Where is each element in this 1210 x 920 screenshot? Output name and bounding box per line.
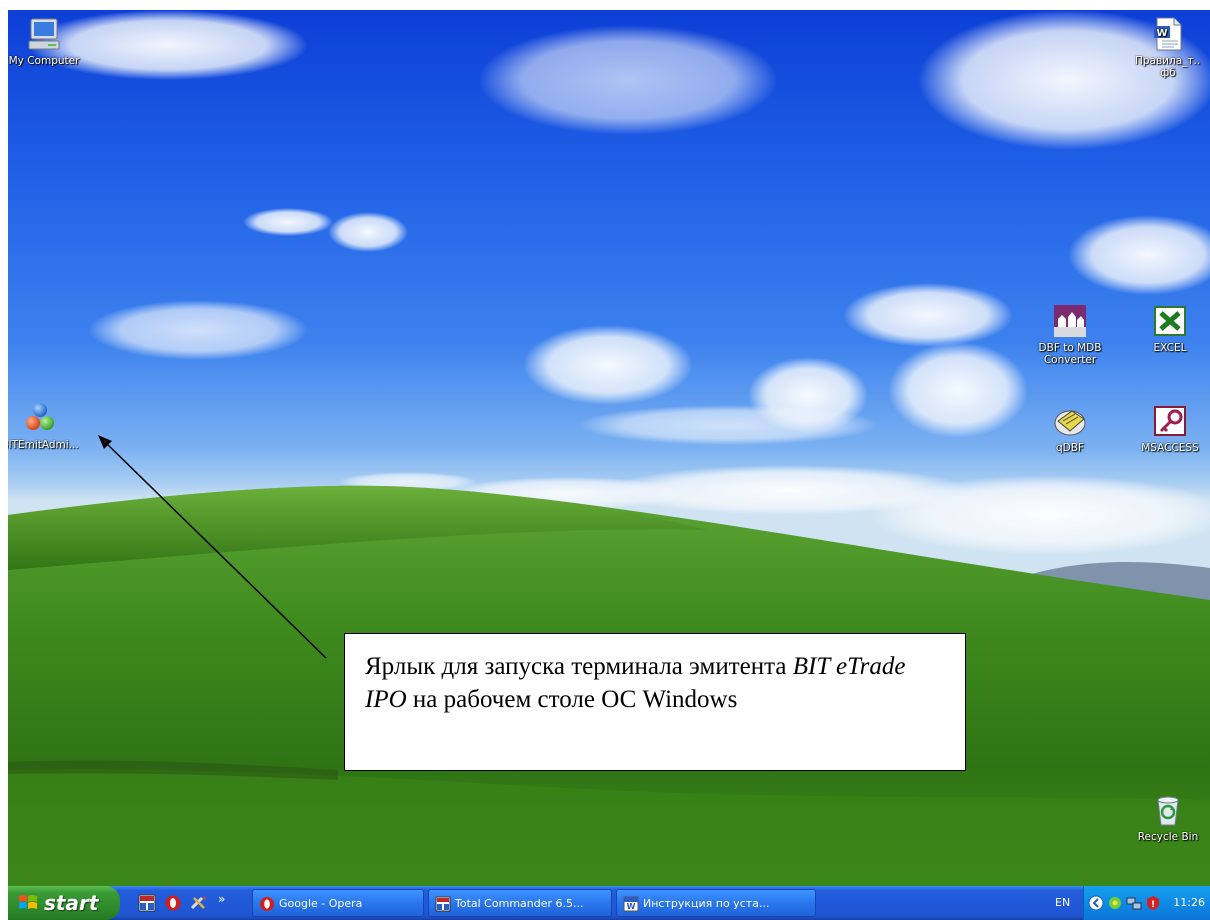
taskbar-button-word-document[interactable]: W Инструкция по уста... — [616, 889, 816, 917]
show-hidden-icons-chevron-icon[interactable] — [1088, 895, 1104, 911]
taskbar-button-opera[interactable]: Google - Opera — [252, 889, 424, 917]
callout-text-tail: на рабочем столе ОС Windows — [406, 686, 738, 713]
desktop[interactable]: My Computer W Правила_т... фб DBF to MDB… — [8, 10, 1210, 886]
opera-quicklaunch-icon[interactable] — [164, 894, 182, 912]
total-commander-quicklaunch-icon[interactable] — [138, 894, 156, 912]
start-button[interactable]: start — [8, 886, 120, 920]
taskbar-button-label: Total Commander 6.5... — [455, 897, 584, 910]
taskbar-button-total-commander[interactable]: Total Commander 6.5... — [428, 889, 612, 917]
opera-icon — [260, 897, 274, 911]
total-commander-icon — [435, 896, 451, 912]
taskbar-button-label: Инструкция по уста... — [643, 897, 770, 910]
svg-text:!: ! — [1151, 900, 1155, 910]
quick-launch-more-button[interactable]: » — [218, 892, 225, 906]
callout-text-lead: Ярлык для запуска терминала эмитента — [365, 653, 793, 680]
clock[interactable]: 11:26 — [1173, 886, 1205, 920]
taskbar-button-label: Google - Opera — [279, 897, 363, 910]
word-document-icon: W — [623, 896, 639, 912]
windows-flag-icon — [19, 895, 37, 909]
annotation-callout: Ярлык для запуска терминала эмитента BIT… — [344, 633, 966, 771]
screen: My Computer W Правила_т... фб DBF to MDB… — [8, 10, 1210, 920]
taskbar: start » Google - Opera Total Commander 6… — [8, 886, 1210, 920]
network-connection-icon[interactable] — [1126, 895, 1142, 911]
system-tray: ! 11:26 — [1083, 886, 1210, 920]
svg-text:W: W — [627, 902, 636, 911]
security-alert-icon[interactable]: ! — [1145, 895, 1161, 911]
start-label: start — [44, 891, 99, 915]
language-indicator[interactable]: EN — [1055, 886, 1070, 920]
network-status-icon[interactable] — [1107, 895, 1123, 911]
tools-quicklaunch-icon[interactable] — [190, 894, 208, 912]
